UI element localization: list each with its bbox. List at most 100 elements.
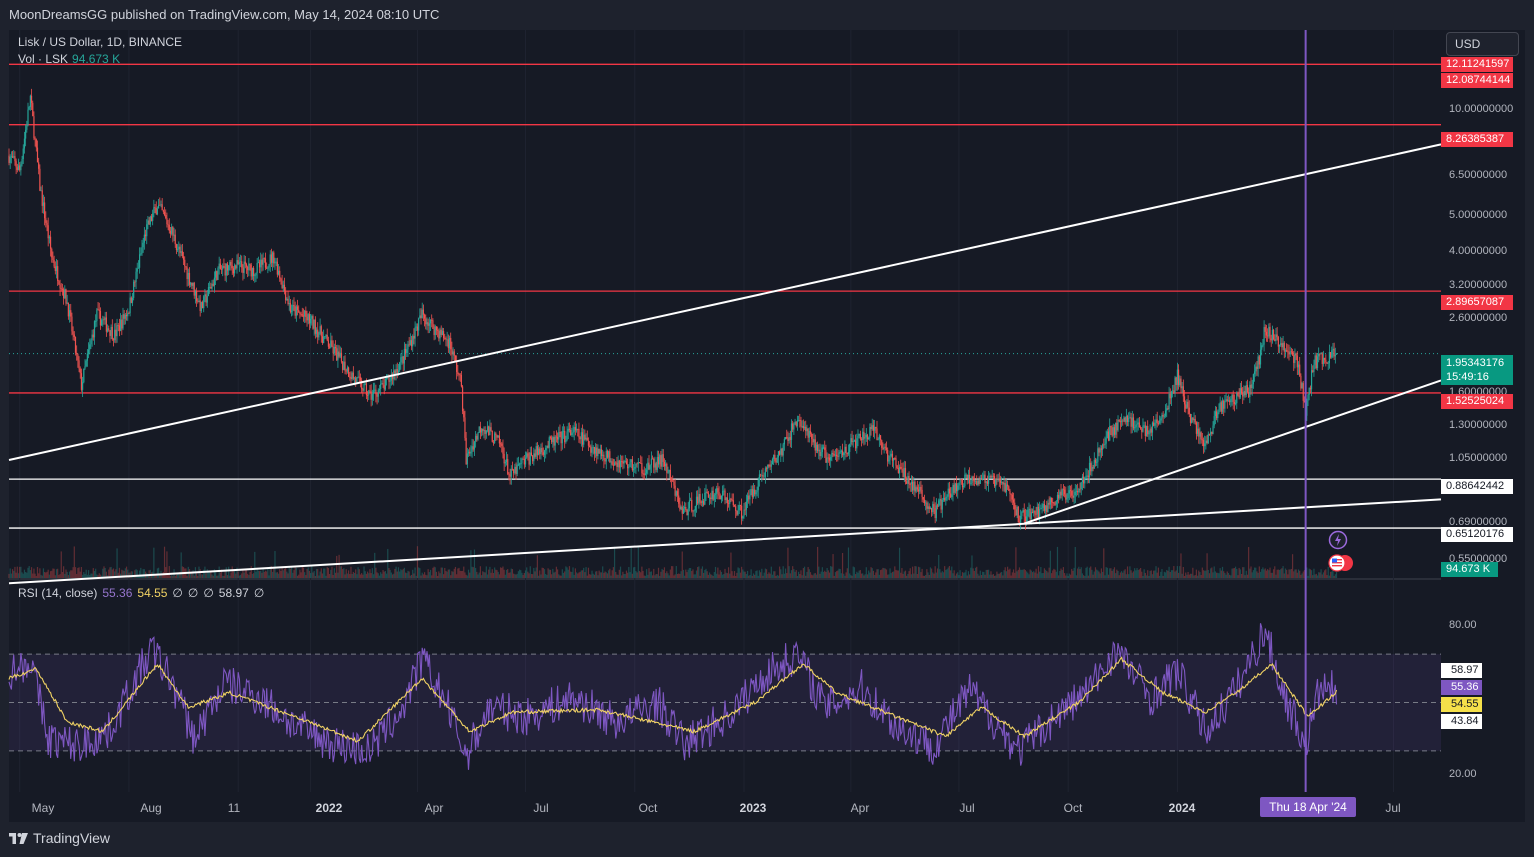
volume-bar <box>993 575 996 578</box>
volume-tag[interactable]: 94.673 K <box>1441 562 1498 577</box>
volume-bar <box>578 572 580 578</box>
candle-body <box>872 425 875 431</box>
volume-bar <box>1156 572 1158 578</box>
candle-body <box>123 314 125 319</box>
volume-bar <box>1061 569 1063 578</box>
volume-bar <box>1282 566 1284 578</box>
candle-body <box>115 329 117 337</box>
volume-bar <box>566 567 568 578</box>
volume-bar <box>59 574 61 578</box>
volume-bar <box>971 555 973 578</box>
candle-body <box>394 370 396 374</box>
volume-bar <box>1187 571 1189 578</box>
candle-body <box>532 455 534 462</box>
candle-body <box>1117 419 1119 431</box>
volume-bar <box>84 573 86 578</box>
candle-body <box>855 440 857 449</box>
candle-body <box>763 476 765 478</box>
volume-bar <box>831 566 833 578</box>
volume-bar <box>618 569 620 578</box>
volume-bar <box>727 567 730 578</box>
volume-bar <box>1132 571 1135 578</box>
us-flag-events-icon[interactable] <box>1326 553 1356 573</box>
volume-bar <box>1009 568 1011 578</box>
candle-body <box>13 156 15 158</box>
candle-body <box>1120 420 1123 422</box>
volume-bar <box>1112 569 1114 578</box>
candle-body <box>884 446 886 448</box>
candle-body <box>375 389 377 395</box>
tradingview-brand[interactable]: TradingView <box>9 830 110 846</box>
volume-bar <box>1316 575 1319 578</box>
volume-bar <box>529 566 531 578</box>
volume-bar <box>1048 567 1050 578</box>
candle-body <box>977 480 979 486</box>
volume-bar <box>542 567 544 578</box>
candle-body <box>253 267 255 276</box>
last-price-tag[interactable]: 1.95343176 15:49:16 <box>1441 355 1513 385</box>
volume-bar <box>750 569 752 578</box>
candle-body <box>1037 506 1040 518</box>
volume-bar <box>621 575 623 578</box>
volume-bar <box>605 572 607 578</box>
price-tag-resistance-1[interactable]: 12.08744144 <box>1441 73 1513 88</box>
volume-bar <box>517 571 519 578</box>
volume-bar <box>1022 569 1024 578</box>
volume-bar <box>624 574 626 578</box>
level-lines-layer[interactable] <box>9 63 1441 529</box>
candle-body <box>591 448 593 453</box>
candle-body <box>1313 364 1315 372</box>
volume-bar <box>792 566 794 578</box>
candle-body <box>932 504 934 513</box>
candle-body <box>783 439 785 445</box>
price-tag-resistance-2[interactable]: 8.26385387 <box>1441 132 1513 147</box>
candle-body <box>748 495 750 500</box>
candle-body <box>439 329 441 339</box>
price-tag-support-red[interactable]: 1.52525024 <box>1441 394 1513 409</box>
volume-bar <box>1288 569 1290 578</box>
candle-body <box>970 483 972 484</box>
volume-bar <box>900 572 902 578</box>
volume-bar <box>1167 570 1169 578</box>
volume-bar <box>1249 568 1251 578</box>
volume-bar <box>352 571 354 578</box>
volume-bar <box>70 570 72 578</box>
price-tag-resistance-3[interactable]: 2.89657087 <box>1441 295 1513 310</box>
candle-body <box>746 495 749 502</box>
candle-body <box>720 495 723 500</box>
pane-separator[interactable] <box>9 578 1441 580</box>
candle-body <box>1150 428 1152 433</box>
volume-bar <box>883 568 885 578</box>
symbol-legend[interactable]: Lisk / US Dollar, 1D, BINANCE <box>18 35 182 49</box>
volume-bar <box>795 570 797 578</box>
volume-legend[interactable]: Vol · LSK 94.673 K <box>18 52 120 66</box>
volume-bar <box>1226 571 1228 578</box>
currency-button[interactable]: USD <box>1446 32 1519 56</box>
chart-canvas[interactable] <box>0 0 1534 857</box>
candle-body <box>498 435 500 444</box>
volume-bar <box>242 569 244 578</box>
candle-body <box>865 434 867 438</box>
price-tag-support-2[interactable]: 0.65120176 <box>1441 527 1513 542</box>
lightning-icon[interactable] <box>1328 530 1348 550</box>
trendlines-layer[interactable] <box>8 143 1442 585</box>
rsi-legend[interactable]: RSI (14, close) 55.36 54.55 ∅ ∅ ∅ 58.97 ∅ <box>18 586 264 600</box>
candle-body <box>1274 339 1276 341</box>
candle-body <box>684 507 686 509</box>
candle-body <box>612 464 614 466</box>
candle-body <box>1332 348 1334 351</box>
candle-body <box>204 294 206 297</box>
price-tag-support-1[interactable]: 0.88642442 <box>1441 479 1513 494</box>
volume-bar <box>1087 575 1089 578</box>
candle-body <box>745 501 747 510</box>
candle-body <box>241 261 243 268</box>
price-tag-high[interactable]: 12.11241597 <box>1441 57 1513 72</box>
volume-bar <box>377 573 379 578</box>
candle-body <box>1329 352 1332 358</box>
candle-body <box>1043 503 1046 511</box>
volume-bar <box>291 566 293 578</box>
candle-body <box>947 488 949 497</box>
volume-bar <box>902 573 904 578</box>
candle-body <box>76 352 78 355</box>
candle-body <box>114 329 116 341</box>
